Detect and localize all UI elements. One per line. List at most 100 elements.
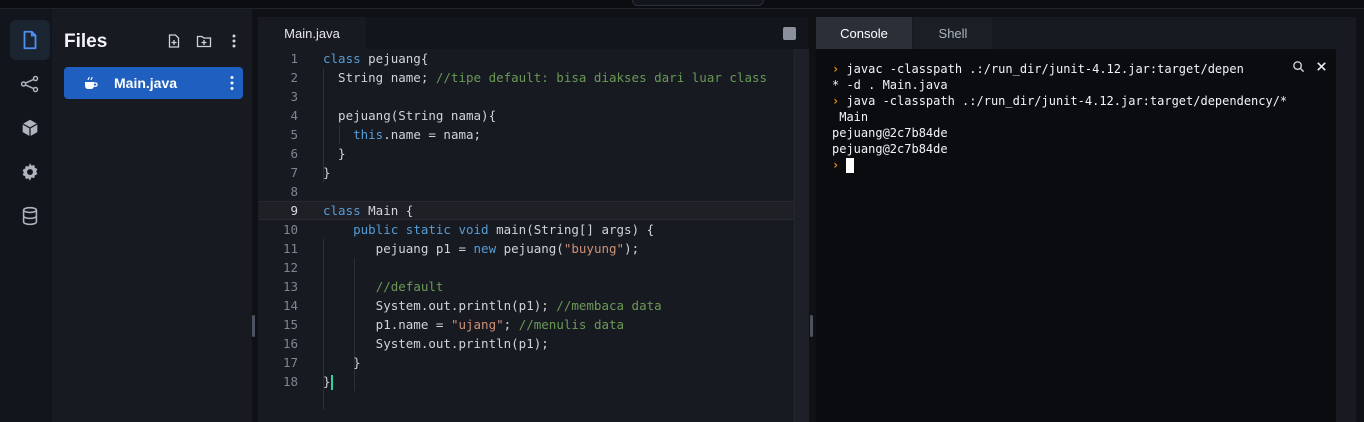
- console-tab-bar: Console Shell: [816, 17, 1356, 49]
- code-line[interactable]: 1 class pejuang{: [258, 49, 808, 68]
- console-line: › java -classpath .:/run_dir/junit-4.12.…: [832, 93, 1287, 109]
- file-item-main-java[interactable]: Main.java: [64, 67, 243, 99]
- console-output[interactable]: › javac -classpath .:/run_dir/junit-4.12…: [816, 49, 1336, 422]
- cube-icon: [22, 119, 38, 137]
- line-number: 2: [290, 70, 298, 85]
- code-line[interactable]: 11 pejuang p1 = new pejuang("buyung");: [258, 239, 808, 258]
- line-number: 5: [290, 127, 298, 142]
- keyword-token: public static void: [353, 222, 497, 237]
- code-text: String name; //tipe default: bisa diakse…: [323, 68, 767, 87]
- gear-icon: [22, 163, 38, 181]
- console-panel: Console Shell › javac -classpath .:/run_…: [816, 17, 1356, 422]
- keyword-token: new: [473, 241, 504, 256]
- comment-token: //membaca data: [556, 298, 662, 313]
- code-text: }: [323, 144, 346, 163]
- comment-token: //menulis data: [518, 317, 625, 332]
- console-text: pejuang@2c7b84de: [832, 142, 948, 156]
- code-line[interactable]: 18}: [258, 372, 808, 391]
- console-scrollbar[interactable]: [1336, 49, 1356, 422]
- code-token: System.out.println(p1);: [323, 298, 557, 313]
- console-text: java -classpath .:/run_dir/junit-4.12.ja…: [839, 94, 1288, 108]
- packages-rail-button[interactable]: [10, 108, 50, 148]
- more-options-icon[interactable]: [226, 33, 242, 49]
- editor-scrollbar[interactable]: [794, 49, 809, 422]
- top-bar: [0, 0, 1364, 9]
- code-line[interactable]: 14 System.out.println(p1); //membaca dat…: [258, 296, 808, 315]
- line-number: 4: [290, 108, 298, 123]
- code-text: //default: [323, 277, 444, 296]
- line-number: 13: [282, 279, 298, 294]
- tab-console[interactable]: Console: [816, 17, 912, 49]
- code-token: .name = nama;: [383, 127, 482, 142]
- clear-console-icon[interactable]: [1315, 60, 1328, 73]
- code-line[interactable]: 9 class Main {: [258, 201, 808, 220]
- console-text: javac -classpath .:/run_dir/junit-4.12.j…: [839, 62, 1244, 76]
- code-area[interactable]: 1 class pejuang{2 String name; //tipe def…: [258, 49, 808, 422]
- console-text: Main: [832, 110, 869, 124]
- code-text: public static void main(String[] args) {: [323, 220, 654, 239]
- code-line[interactable]: 5 this.name = nama;: [258, 125, 808, 144]
- keyword-token: class: [323, 203, 369, 218]
- code-line[interactable]: 6 }: [258, 144, 808, 163]
- line-number: 11: [282, 241, 298, 256]
- code-token: Main {: [368, 203, 414, 218]
- line-number: 6: [290, 146, 298, 161]
- code-line[interactable]: 8: [258, 182, 808, 201]
- version-control-rail-button[interactable]: [10, 64, 50, 104]
- keyword-token: class: [323, 51, 369, 66]
- comment-token: //default: [375, 279, 444, 294]
- code-text: }: [323, 163, 331, 182]
- line-number: 8: [290, 184, 298, 199]
- code-token: }: [323, 374, 331, 389]
- code-line[interactable]: 15 p1.name = "ujang"; //menulis data: [258, 315, 808, 334]
- tab-main-java[interactable]: Main.java: [258, 17, 366, 49]
- files-panel-resize-handle[interactable]: [252, 315, 255, 337]
- file-more-icon[interactable]: [229, 75, 235, 91]
- code-token: pejuang{: [368, 51, 429, 66]
- code-text: pejuang p1 = new pejuang("buyung");: [323, 239, 639, 258]
- square-stop-icon[interactable]: [783, 27, 796, 40]
- code-line[interactable]: 16 System.out.println(p1);: [258, 334, 808, 353]
- code-line[interactable]: 7}: [258, 163, 808, 182]
- console-cursor: [846, 158, 855, 173]
- file-icon: [23, 30, 37, 50]
- database-rail-button[interactable]: [10, 196, 50, 236]
- code-text: System.out.println(p1);: [323, 334, 549, 353]
- code-text: class Main {: [323, 202, 413, 219]
- top-search-pill[interactable]: [632, 0, 764, 6]
- code-line[interactable]: 2 String name; //tipe default: bisa diak…: [258, 68, 808, 87]
- editor-console-resize-handle[interactable]: [810, 315, 813, 337]
- line-number: 16: [282, 336, 298, 351]
- line-number: 14: [282, 298, 298, 313]
- code-token: pejuang p1 =: [323, 241, 474, 256]
- new-folder-icon[interactable]: [196, 33, 212, 49]
- code-token: pejuang(: [503, 241, 564, 256]
- line-number: 12: [282, 260, 298, 275]
- database-icon: [22, 206, 38, 226]
- code-text: }: [323, 372, 333, 391]
- code-token: p1.name =: [323, 317, 451, 332]
- line-number: 7: [290, 165, 298, 180]
- settings-rail-button[interactable]: [10, 152, 50, 192]
- code-line[interactable]: 10 public static void main(String[] args…: [258, 220, 808, 239]
- code-line[interactable]: 13 //default: [258, 277, 808, 296]
- new-file-icon[interactable]: [166, 33, 182, 49]
- string-token: "ujang": [450, 317, 504, 332]
- code-text: System.out.println(p1); //membaca data: [323, 296, 662, 315]
- code-line[interactable]: 12: [258, 258, 808, 277]
- files-panel: Files Main.java: [52, 9, 253, 422]
- code-line[interactable]: 4 pejuang(String nama){: [258, 106, 808, 125]
- code-line[interactable]: 3: [258, 87, 808, 106]
- files-rail-button[interactable]: [10, 20, 50, 60]
- code-token: String name;: [323, 70, 436, 85]
- search-icon[interactable]: [1292, 60, 1305, 73]
- tab-shell[interactable]: Shell: [914, 17, 992, 49]
- code-token: pejuang(String nama){: [323, 108, 497, 123]
- line-number: 9: [290, 203, 298, 218]
- line-number: 10: [282, 222, 298, 237]
- string-token: "buyung": [563, 241, 625, 256]
- code-line[interactable]: 17 }: [258, 353, 808, 372]
- console-line: › javac -classpath .:/run_dir/junit-4.12…: [832, 61, 1244, 77]
- text-caret: [330, 375, 333, 390]
